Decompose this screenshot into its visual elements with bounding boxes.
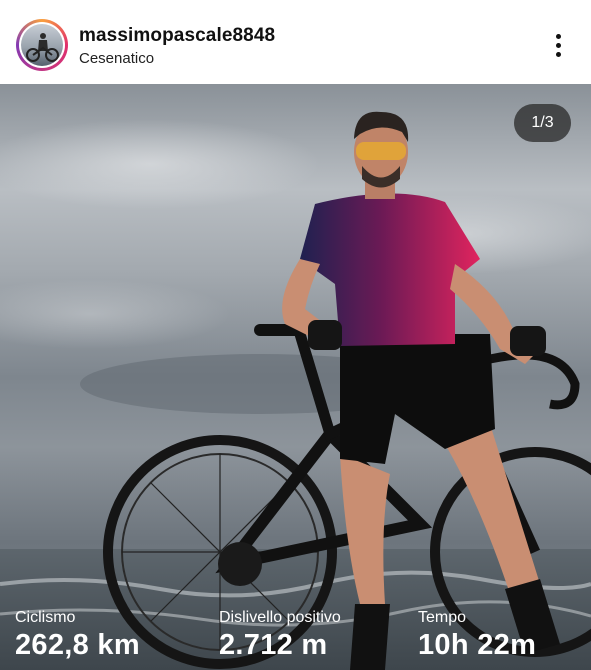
stat-value: 2.712 m (219, 629, 328, 661)
avatar-image (21, 24, 63, 66)
avatar[interactable] (19, 22, 65, 68)
stat-distance: Ciclismo 262,8 km (15, 609, 140, 662)
stat-label: Ciclismo (15, 609, 76, 626)
location[interactable]: Cesenatico (79, 50, 154, 67)
username[interactable]: massimopascale8848 (79, 25, 275, 47)
stat-value: 10h 22m (418, 629, 537, 661)
stat-label: Tempo (418, 609, 467, 626)
stat-elevation: Dislivello positivo 2.712 m (219, 609, 341, 662)
post-photo[interactable] (0, 84, 591, 670)
post-header: massimopascale8848 Cesenatico (0, 0, 591, 84)
story-ring[interactable] (16, 19, 68, 71)
stat-label: Dislivello positivo (219, 609, 341, 626)
carousel-counter: 1/3 (514, 104, 571, 142)
stat-value: 262,8 km (15, 629, 140, 661)
more-vertical-icon[interactable] (546, 30, 572, 62)
stat-time: Tempo 10h 22m (418, 609, 536, 662)
photo-illustration (0, 111, 591, 670)
